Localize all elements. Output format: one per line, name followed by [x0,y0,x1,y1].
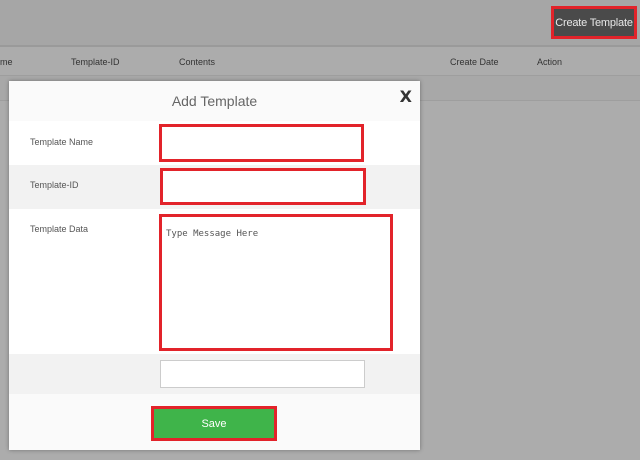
table-header: me Template-ID Contents Create Date Acti… [0,45,640,76]
template-name-row: Template Name [9,121,420,165]
column-header-name[interactable]: me [0,57,13,67]
add-template-modal: Add Template X Template Name Template-ID… [9,81,420,450]
template-name-input[interactable] [159,124,364,162]
close-icon[interactable]: X [400,87,412,106]
modal-title: Add Template [171,93,258,109]
column-header-contents[interactable]: Contents [179,57,215,67]
column-header-create-date[interactable]: Create Date [450,57,499,67]
template-data-textarea[interactable] [159,214,393,351]
extra-input[interactable] [160,360,365,388]
template-id-input[interactable] [160,168,366,205]
create-template-button[interactable]: Create Template [551,6,637,39]
top-bar: Create Template [0,0,640,45]
column-header-template-id[interactable]: Template-ID [71,57,120,67]
template-data-row: Template Data [9,209,420,354]
extra-field-row [9,354,420,394]
template-data-label: Template Data [30,224,89,234]
template-id-label: Template-ID [30,180,79,190]
template-name-label: Template Name [30,137,94,147]
template-id-row: Template-ID [9,165,420,209]
save-button[interactable]: Save [151,406,277,441]
column-header-action[interactable]: Action [537,57,562,67]
